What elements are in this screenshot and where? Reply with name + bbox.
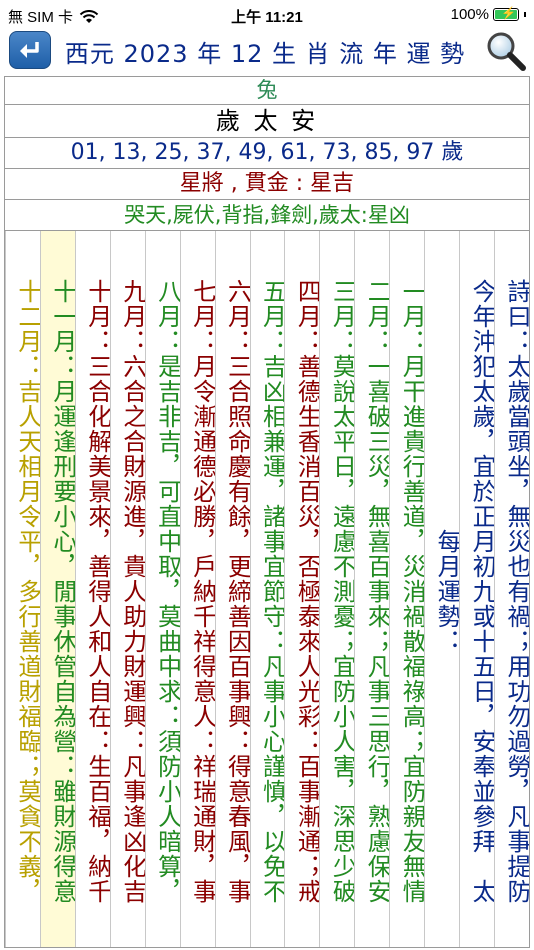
fortune-column-text: 十二月：吉人天相月令平，多行善道財福臨；莫貪不義， — [13, 278, 40, 904]
battery-percent: 100% — [450, 6, 489, 23]
fortune-column: 十月：三合化解美景來，善得人和人自在：生百福，納千 — [74, 231, 110, 947]
battery-group: 100% ⚡ — [451, 6, 526, 23]
fortune-column: 九月：六合之合財源進，貴人助力財運興：凡事逢凶化吉 — [109, 231, 145, 947]
fortune-column-text: 十月：三合化解美景來，善得人和人自在：生百福，納千 — [83, 278, 110, 904]
fortune-column-text: 五月：吉凶相兼運，諸事宜節守：凡事小心謹慎，以免不 — [258, 278, 285, 904]
fortune-column: 今年沖犯太歲，宜於正月初九或十五日，安奉並參拜 太 — [459, 231, 495, 947]
fortune-column: 詩曰：太歲當頭坐，無災也有禍；用功勿過勞，凡事提防 — [494, 231, 529, 947]
unlucky-stars: 哭天,屍伏,背指,鋒劍,歲太:星凶 — [4, 199, 530, 230]
fortune-column-text: 每月運勢： — [433, 528, 460, 654]
return-arrow-icon — [20, 42, 39, 58]
fortune-column: 一月：月干進貴行善道，災消禍散福祿高；宜防親友無情 — [389, 231, 425, 947]
fortune-column-text: 詩曰：太歲當頭坐，無災也有禍；用功勿過勞，凡事提防 — [503, 278, 529, 904]
fortune-column: 四月：善德生香消百災，否極泰來人光彩：百事漸通；戒 — [284, 231, 320, 947]
fortune-column-text: 六月：三合照命慶有餘，更締善因百事興：得意春風，事 — [223, 278, 250, 904]
fortune-column-text: 四月：善德生香消百災，否極泰來人光彩：百事漸通；戒 — [293, 278, 320, 904]
fortune-column-text: 十一月：月運逢刑要小心，閒事休管自為營：雖財源得意 — [48, 278, 75, 904]
fortune-column-text: 七月：月令漸通德必勝，戶納千祥得意人：祥瑞通財，事 — [188, 278, 215, 904]
fortune-column: 二月：一喜破三災，無喜百事來；凡事三思行，熟慮保安 — [354, 231, 390, 947]
fortune-columns: 詩曰：太歲當頭坐，無災也有禍；用功勿過勞，凡事提防 今年沖犯太歲，宜於正月初九或十… — [4, 230, 530, 948]
nav-header: 西元 2023 年 12 生 肖 流 年 運 勢 — [0, 28, 534, 74]
fortune-column: 七月：月令漸通德必勝，戶納千祥得意人：祥瑞通財，事 — [179, 231, 215, 947]
fortune-column-text: 二月：一喜破三災，無喜百事來；凡事三思行，熟慮保安 — [363, 278, 390, 904]
zodiac-animal: 兔 — [4, 76, 530, 104]
fortune-column: 三月：莫說太平日，遠慮不測憂；宜防小人害，深思少破 — [319, 231, 355, 947]
fortune-column-text: 一月：月干進貴行善道，災消禍散福祿高；宜防親友無情 — [398, 278, 425, 904]
age-list: 01, 13, 25, 37, 49, 61, 73, 85, 97 歲 — [4, 137, 530, 168]
battery-icon: ⚡ — [493, 6, 519, 21]
tai-sui-status: 歲 太 安 — [4, 104, 530, 137]
fortune-column-text: 九月：六合之合財源進，貴人助力財運興：凡事逢凶化吉 — [118, 278, 145, 904]
fortune-column: 六月：三合照命慶有餘，更締善因百事興：得意春風，事 — [214, 231, 250, 947]
status-bar: 無 SIM 卡 上午 11:21 100% ⚡ — [0, 0, 534, 28]
search-icon[interactable] — [485, 30, 527, 72]
back-button[interactable] — [9, 31, 51, 69]
fortune-column: 八月：是吉非吉，可直中取，莫曲中求：須防小人暗算， — [144, 231, 180, 947]
lucky-stars: 星將 , 貫金 : 星吉 — [4, 168, 530, 199]
page-title: 西元 2023 年 12 生 肖 流 年 運 勢 — [64, 40, 466, 68]
fortune-column: 十二月：吉人天相月令平，多行善道財福臨；莫貪不義， — [5, 231, 40, 947]
fortune-column: 十一月：月運逢刑要小心，閒事休管自為營：雖財源得意 — [39, 231, 75, 947]
fortune-column-text: 八月：是吉非吉，可直中取，莫曲中求：須防小人暗算， — [153, 278, 180, 904]
fortune-column: 每月運勢： — [424, 231, 460, 947]
fortune-column-text: 三月：莫說太平日，遠慮不測憂；宜防小人害，深思少破 — [328, 278, 355, 904]
fortune-column: 五月：吉凶相兼運，諸事宜節守：凡事小心謹慎，以免不 — [249, 231, 285, 947]
fortune-column-text: 今年沖犯太歲，宜於正月初九或十五日，安奉並參拜 太 — [468, 278, 495, 904]
